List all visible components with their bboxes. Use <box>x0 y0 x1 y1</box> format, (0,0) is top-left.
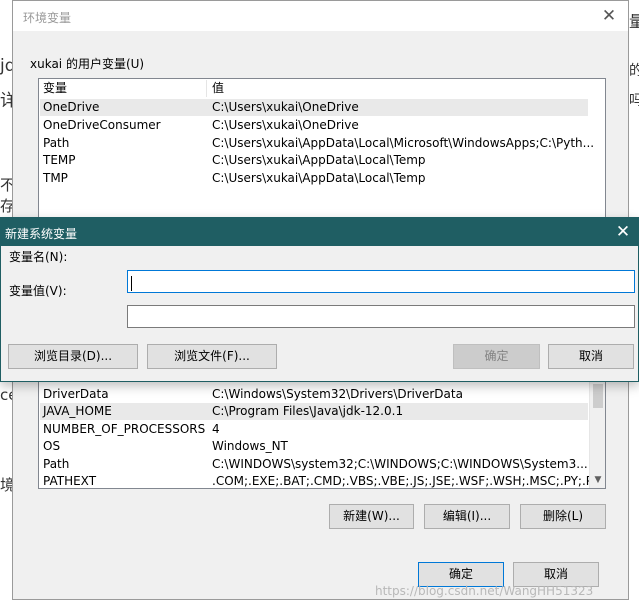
env-dialog-close-icon[interactable]: ✕ <box>598 5 620 27</box>
table-row[interactable]: PATHEXT .COM;.EXE;.BAT;.CMD;.VBS;.VBE;.J… <box>40 473 605 488</box>
column-header-value[interactable]: 值 <box>212 80 224 97</box>
user-variables-group-label: xukai 的用户变量(U) <box>30 57 145 71</box>
table-row[interactable]: OneDrive C:\Users\xukai\OneDrive <box>40 99 588 116</box>
variable-value: .COM;.EXE;.BAT;.CMD;.VBS;.VBE;.JS;.JSE;.… <box>212 474 606 488</box>
new-dialog-close-icon[interactable]: ✕ <box>612 221 634 243</box>
new-dialog-ok-button[interactable]: 确定 <box>453 344 540 369</box>
variable-name: TEMP <box>43 153 76 167</box>
system-variables-list[interactable]: DriverData C:\Windows\System32\Drivers\D… <box>38 375 606 489</box>
background-text-fragment: 境 <box>0 476 12 494</box>
variable-value: C:\Users\xukai\AppData\Local\Temp <box>212 153 426 167</box>
new-system-variable-dialog: 新建系统变量 ✕ 变量名(N): 变量值(V): 浏览目录(D)... 浏览文件… <box>0 217 639 382</box>
column-divider[interactable] <box>206 80 207 97</box>
variable-value: C:\Users\xukai\AppData\Local\Temp <box>212 171 426 185</box>
variable-name-input[interactable] <box>127 270 635 293</box>
variable-name: NUMBER_OF_PROCESSORS <box>43 422 206 436</box>
variable-name: Path <box>43 136 70 150</box>
background-text-fragment: 吗 <box>629 93 639 109</box>
variable-value: C:\Users\xukai\AppData\Local\Microsoft\W… <box>212 136 595 150</box>
variable-value-input[interactable] <box>127 305 635 328</box>
variable-name-label: 变量名(N): <box>9 250 68 264</box>
scrollbar-thumb[interactable] <box>593 384 603 408</box>
variable-name: DriverData <box>43 387 109 401</box>
variable-value: C:\Users\xukai\OneDrive <box>212 118 359 132</box>
variable-name: OneDrive <box>43 100 100 114</box>
text-caret <box>131 276 132 291</box>
variable-value: 4 <box>212 422 220 436</box>
variable-value: Windows_NT <box>212 439 288 453</box>
variable-name: Path <box>43 457 70 471</box>
variable-value: C:\WINDOWS\system32;C:\WINDOWS;C:\WINDOW… <box>212 457 588 471</box>
env-dialog-titlebar[interactable]: 环境变量 ✕ <box>13 1 628 31</box>
browse-directory-button[interactable]: 浏览目录(D)... <box>8 344 138 369</box>
watermark-text: https://blog.csdn.net/WangHH51323 <box>375 584 594 598</box>
edit-variable-button[interactable]: 编辑(I)... <box>424 504 510 529</box>
scroll-down-arrow-icon[interactable]: ▼ <box>590 472 605 488</box>
env-dialog-title: 环境变量 <box>23 11 72 25</box>
table-row[interactable]: OS Windows_NT <box>40 438 588 455</box>
variable-value-label: 变量值(V): <box>9 284 67 298</box>
table-row[interactable]: JAVA_HOME C:\Program Files\Java\jdk-12.0… <box>40 403 588 420</box>
background-text-fragment: 量 <box>629 12 639 31</box>
system-list-scrollbar[interactable]: ▼ <box>589 376 605 488</box>
new-dialog-titlebar[interactable]: 新建系统变量 ✕ <box>1 218 638 246</box>
background-text-fragment: ce <box>0 386 12 404</box>
browse-file-button[interactable]: 浏览文件(F)... <box>147 344 277 369</box>
variable-name: JAVA_HOME <box>43 404 112 418</box>
new-variable-button[interactable]: 新建(W)... <box>329 504 414 529</box>
table-row[interactable]: Path C:\WINDOWS\system32;C:\WINDOWS;C:\W… <box>40 456 588 473</box>
table-row[interactable]: TMP C:\Users\xukai\AppData\Local\Temp <box>40 170 588 187</box>
variable-value: C:\Users\xukai\OneDrive <box>212 100 359 114</box>
table-row[interactable]: TEMP C:\Users\xukai\AppData\Local\Temp <box>40 152 588 169</box>
table-row[interactable]: DriverData C:\Windows\System32\Drivers\D… <box>40 386 588 403</box>
new-dialog-cancel-button[interactable]: 取消 <box>548 344 634 369</box>
table-row[interactable]: NUMBER_OF_PROCESSORS 4 <box>40 421 588 438</box>
variable-value: C:\Program Files\Java\jdk-12.0.1 <box>212 404 404 418</box>
background-text-fragment: 的 <box>629 63 639 79</box>
user-variables-list[interactable]: 变量 值 OneDrive C:\Users\xukai\OneDrive On… <box>38 78 606 218</box>
new-dialog-title: 新建系统变量 <box>5 227 78 241</box>
variable-name: OS <box>43 439 61 453</box>
variable-value: C:\Windows\System32\Drivers\DriverData <box>212 387 463 401</box>
delete-variable-button[interactable]: 删除(L) <box>520 504 606 529</box>
table-row[interactable]: Path C:\Users\xukai\AppData\Local\Micros… <box>40 135 594 152</box>
variable-name: PATHEXT <box>43 474 97 488</box>
column-header-variable[interactable]: 变量 <box>43 80 67 97</box>
variable-name: OneDriveConsumer <box>43 118 161 132</box>
background-text-fragment: 不存 <box>0 176 12 215</box>
table-row[interactable]: OneDriveConsumer C:\Users\xukai\OneDrive <box>40 117 588 134</box>
variable-name: TMP <box>43 171 68 185</box>
list-header: 变量 值 <box>40 80 588 97</box>
